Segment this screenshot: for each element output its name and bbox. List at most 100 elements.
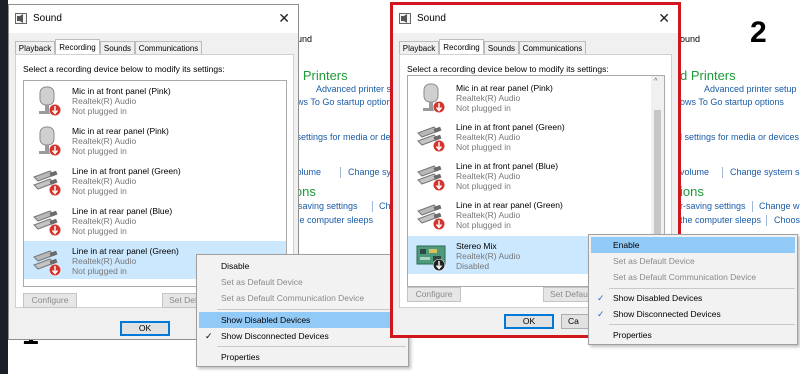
tab-communications[interactable]: Communications <box>135 41 202 54</box>
device-name: Line in at front panel (Green) <box>72 166 181 176</box>
device-name: Line in at rear panel (Green) <box>456 200 563 210</box>
menu-item-enable[interactable]: Enable <box>591 237 795 253</box>
checkmark-icon: ✓ <box>205 331 213 341</box>
menu-separator <box>217 309 406 310</box>
tab-sounds[interactable]: Sounds <box>484 41 519 54</box>
title-bar: Sound ✕ <box>393 5 678 33</box>
panel-instructions: Select a recording device below to modif… <box>23 64 225 74</box>
device-driver: Realtek(R) Audio <box>456 210 521 220</box>
menu-item-properties[interactable]: Properties <box>199 349 406 365</box>
device-status: Not plugged in <box>72 106 127 116</box>
cp-link-computer-sleeps[interactable]: the computer sleeps <box>292 215 373 225</box>
device-status: Not plugged in <box>72 146 127 156</box>
cp-power-options-title: ions <box>680 184 704 199</box>
list-item[interactable]: Line in at front panel (Blue) Realtek(R)… <box>408 156 650 194</box>
menu-item-show-disabled[interactable]: ✓ Show Disabled Devices <box>591 290 795 306</box>
menu-item-set-default-communication[interactable]: Set as Default Communication Device <box>199 290 406 306</box>
list-item[interactable]: Line in at front panel (Green) Realtek(R… <box>408 117 650 155</box>
cp-link-separator <box>340 167 341 178</box>
device-name: Mic in at rear panel (Pink) <box>456 83 553 93</box>
ok-button[interactable]: OK <box>120 321 170 336</box>
scrollbar-thumb[interactable] <box>654 110 661 240</box>
cp-link-separator <box>722 167 723 178</box>
menu-item-set-default-device[interactable]: Set as Default Device <box>199 274 406 290</box>
tab-recording[interactable]: Recording <box>55 39 100 55</box>
title-bar: Sound ✕ <box>9 5 298 33</box>
device-status: Not plugged in <box>456 142 511 152</box>
close-button[interactable]: ✕ <box>658 10 670 26</box>
list-item[interactable]: Mic in at front panel (Pink) Realtek(R) … <box>24 81 286 119</box>
menu-item-label: Show Disconnected Devices <box>613 309 721 319</box>
list-item[interactable]: Mic in at rear panel (Pink) Realtek(R) A… <box>24 121 286 159</box>
device-name: Line in at front panel (Green) <box>456 122 565 132</box>
configure-button[interactable]: Configure <box>407 287 461 302</box>
cp-sound-heading: ound <box>680 34 701 44</box>
cp-devices-printers-title: d Printers <box>680 68 736 83</box>
microphone-icon <box>39 86 61 116</box>
close-button[interactable]: ✕ <box>278 10 290 26</box>
cp-link-change-sounds[interactable]: Change sy <box>348 167 391 177</box>
list-item[interactable]: Line in at front panel (Green) Realtek(R… <box>24 161 286 199</box>
menu-separator <box>609 324 795 325</box>
cp-link-separator <box>752 201 753 212</box>
device-driver: Realtek(R) Audio <box>72 256 137 266</box>
cp-link-windows-to-go[interactable]: ows To Go startup options <box>680 97 784 107</box>
device-driver: Realtek(R) Audio <box>72 136 137 146</box>
step-number-2: 2 <box>750 16 767 49</box>
cancel-button[interactable]: Ca <box>561 314 591 329</box>
device-name: Stereo Mix <box>456 241 497 251</box>
cp-link-power-saving[interactable]: r-saving settings <box>292 201 358 211</box>
ok-button[interactable]: OK <box>504 314 554 329</box>
microphone-icon <box>423 83 445 113</box>
panel-instructions: Select a recording device below to modif… <box>407 64 609 74</box>
list-item[interactable]: Line in at rear panel (Blue) Realtek(R) … <box>24 201 286 239</box>
checkmark-icon: ✓ <box>597 293 605 303</box>
checkmark-icon: ✓ <box>597 309 605 319</box>
cp-link-choose[interactable]: Choos <box>774 215 800 225</box>
menu-item-label: Show Disconnected Devices <box>221 331 329 341</box>
window-title: Sound <box>33 13 62 24</box>
device-driver: Realtek(R) Audio <box>456 132 521 142</box>
cp-link-change-what[interactable]: Change wh <box>759 201 800 211</box>
audio-jack-icon <box>33 210 61 236</box>
cp-link-volume[interactable]: volume <box>680 167 709 177</box>
audio-jack-icon <box>417 204 445 230</box>
speaker-icon <box>15 13 27 24</box>
menu-item-label: Show Disabled Devices <box>613 293 703 303</box>
cp-link-windows-to-go[interactable]: ows To Go startup options <box>292 97 396 107</box>
menu-item-show-disabled[interactable]: Show Disabled Devices <box>199 312 406 328</box>
device-status: Not plugged in <box>456 103 511 113</box>
menu-item-set-default-device[interactable]: Set as Default Device <box>591 253 795 269</box>
device-driver: Realtek(R) Audio <box>456 171 521 181</box>
circuit-board-icon <box>416 245 446 271</box>
menu-item-set-default-communication[interactable]: Set as Default Communication Device <box>591 269 795 285</box>
device-driver: Realtek(R) Audio <box>72 216 137 226</box>
cp-link-change-sounds[interactable]: Change system so <box>730 167 800 177</box>
scroll-up-icon[interactable]: ^ <box>654 78 657 85</box>
menu-item-show-disconnected[interactable]: ✓ Show Disconnected Devices <box>199 328 406 344</box>
configure-button[interactable]: Configure <box>23 293 77 308</box>
cp-link-advanced-printer[interactable]: Advanced printer setup <box>704 84 797 94</box>
tab-sounds[interactable]: Sounds <box>100 41 135 54</box>
list-item[interactable]: Line in at rear panel (Green) Realtek(R)… <box>408 195 650 233</box>
cp-link-media-settings[interactable]: l settings for media or devices <box>680 132 799 142</box>
window-title: Sound <box>417 13 446 24</box>
device-name: Line in at front panel (Blue) <box>456 161 559 171</box>
device-driver: Realtek(R) Audio <box>72 176 137 186</box>
cp-link-advanced-printer[interactable]: Advanced printer se <box>316 84 396 94</box>
cp-link-choose[interactable]: Ch <box>379 201 391 211</box>
tab-playback[interactable]: Playback <box>399 41 439 54</box>
cp-link-separator <box>372 201 373 212</box>
device-driver: Realtek(R) Audio <box>456 93 521 103</box>
list-item[interactable]: Mic in at rear panel (Pink) Realtek(R) A… <box>408 78 650 116</box>
menu-item-show-disconnected[interactable]: ✓ Show Disconnected Devices <box>591 306 795 322</box>
menu-item-properties[interactable]: Properties <box>591 327 795 343</box>
menu-item-disable[interactable]: Disable <box>199 258 406 274</box>
desktop-background <box>0 0 8 374</box>
tab-communications[interactable]: Communications <box>519 41 586 54</box>
tab-playback[interactable]: Playback <box>15 41 55 54</box>
tab-recording[interactable]: Recording <box>439 39 484 55</box>
cp-link-power-saving[interactable]: r-saving settings <box>680 201 746 211</box>
device-name: Mic in at front panel (Pink) <box>72 86 171 96</box>
cp-link-computer-sleeps[interactable]: the computer sleeps <box>680 215 761 225</box>
